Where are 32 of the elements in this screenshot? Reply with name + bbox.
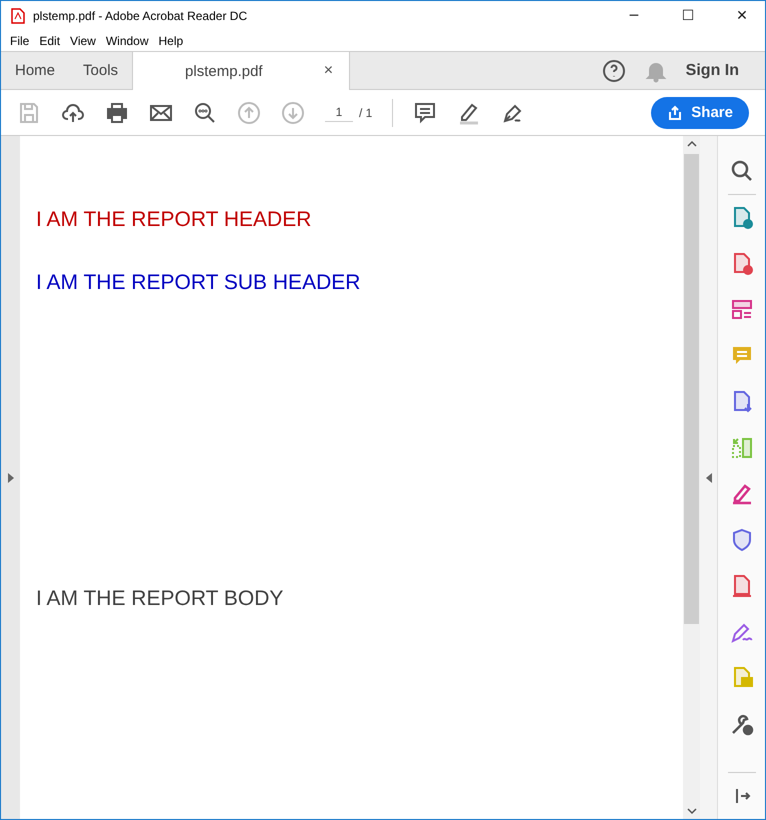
zoom-icon[interactable] bbox=[730, 159, 754, 183]
close-button[interactable]: ✕ bbox=[719, 1, 765, 30]
scroll-up-icon[interactable] bbox=[686, 140, 696, 148]
printer-icon[interactable] bbox=[105, 100, 129, 124]
menu-item[interactable]: Help bbox=[154, 34, 188, 48]
pdf-icon bbox=[11, 8, 25, 24]
expand-arrow-icon[interactable] bbox=[8, 472, 14, 482]
menu-item[interactable]: Window bbox=[100, 34, 154, 48]
scroll-down-icon[interactable] bbox=[686, 807, 696, 815]
share-icon bbox=[667, 104, 684, 120]
menu-item[interactable]: Edit bbox=[34, 34, 66, 48]
document-text: I AM THE REPORT BODY bbox=[36, 587, 284, 611]
menu-item[interactable]: View bbox=[65, 34, 101, 48]
menu-item[interactable]: File bbox=[5, 34, 34, 48]
comment-icon[interactable] bbox=[413, 100, 438, 124]
tab[interactable]: Tools bbox=[69, 52, 132, 89]
share-button[interactable]: Share bbox=[651, 96, 749, 128]
document-text: I AM THE REPORT HEADER bbox=[36, 208, 312, 232]
page-total: / 1 bbox=[359, 106, 372, 120]
edit-layout-icon[interactable] bbox=[730, 298, 754, 322]
zoom-icon[interactable] bbox=[193, 100, 217, 124]
document-text: I AM THE REPORT SUB HEADER bbox=[36, 271, 362, 295]
tab[interactable]: Home bbox=[1, 52, 70, 89]
maximize-button[interactable]: ☐ bbox=[665, 1, 711, 30]
document-tab[interactable]: plstemp.pdf × bbox=[132, 52, 350, 90]
help-icon[interactable] bbox=[602, 58, 626, 82]
collapse-arrow-icon[interactable] bbox=[706, 472, 712, 482]
window-title: plstemp.pdf - Adobe Acrobat Reader DC bbox=[33, 8, 248, 22]
sign-in-button[interactable]: Sign In bbox=[668, 52, 765, 89]
scrollbar-thumb[interactable] bbox=[684, 154, 699, 624]
minimize-button[interactable]: ─ bbox=[611, 1, 657, 30]
close-tab-button[interactable]: × bbox=[324, 62, 334, 80]
